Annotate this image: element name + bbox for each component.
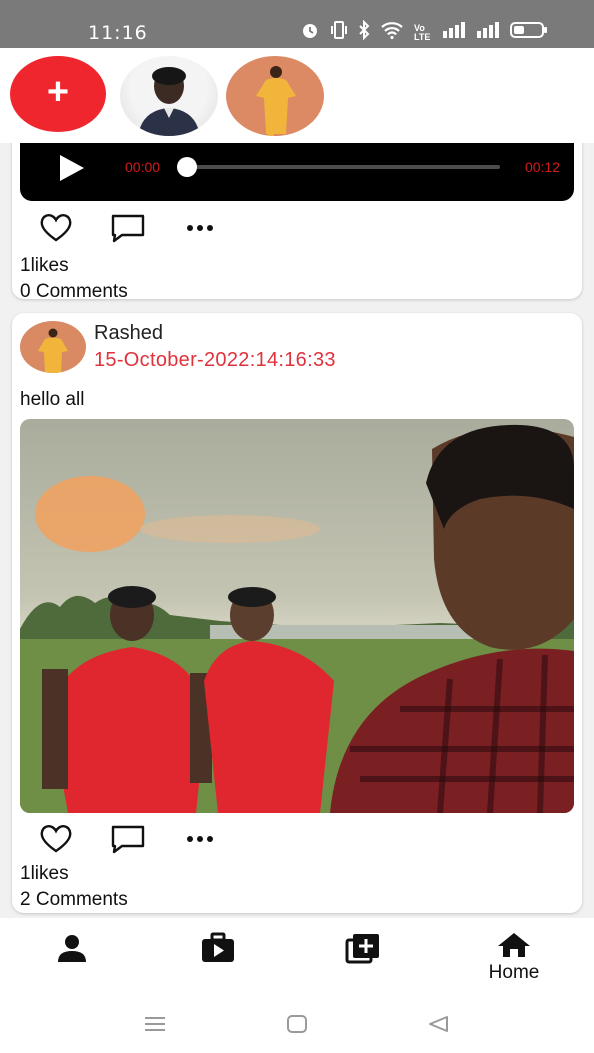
- audio-seek-bar[interactable]: [180, 165, 500, 169]
- nav-videos[interactable]: [178, 932, 258, 992]
- comment-icon[interactable]: [108, 208, 148, 248]
- person-icon: [58, 935, 86, 962]
- audio-current-time: 00:00: [125, 159, 161, 175]
- like-icon[interactable]: [36, 819, 76, 859]
- nav-add-post[interactable]: [323, 932, 403, 992]
- home-icon: [498, 933, 530, 957]
- play-icon[interactable]: [60, 155, 84, 181]
- nav-profile[interactable]: [32, 932, 112, 992]
- status-time: 11:16: [88, 22, 148, 44]
- signal-icon: [442, 21, 466, 44]
- more-options-icon[interactable]: [180, 208, 220, 248]
- post-card: 00:00 00:12 1likes 0 Comments: [12, 143, 582, 302]
- bottom-navigation: Home: [0, 918, 594, 1000]
- post-date: 15-October-2022:14:16:33: [94, 349, 336, 371]
- likes-count[interactable]: 1likes: [20, 863, 69, 885]
- video-icon: [202, 932, 234, 962]
- likes-count[interactable]: 1likes: [20, 255, 69, 277]
- recent-apps-icon[interactable]: [142, 1014, 168, 1034]
- stories-strip: +: [0, 48, 594, 143]
- wifi-icon: [380, 20, 404, 45]
- audio-duration: 00:12: [524, 159, 560, 175]
- post-actions: [12, 819, 582, 859]
- home-button-icon[interactable]: [284, 1014, 310, 1034]
- like-icon[interactable]: [36, 208, 76, 248]
- audio-seek-handle[interactable]: [177, 157, 197, 177]
- alarm-icon: [300, 20, 320, 45]
- battery-icon: [510, 21, 548, 44]
- signal-icon: [476, 21, 500, 44]
- more-options-icon[interactable]: [180, 819, 220, 859]
- add-story-button[interactable]: +: [10, 56, 106, 132]
- story-avatar-1[interactable]: [120, 56, 218, 136]
- post-feed[interactable]: 00:00 00:12 1likes 0 Comments Rashed 15-…: [0, 143, 594, 918]
- comments-count[interactable]: 0 Comments: [20, 281, 128, 303]
- post-caption: hello all: [20, 389, 85, 410]
- comment-icon[interactable]: [108, 819, 148, 859]
- nav-home-label: Home: [488, 962, 540, 983]
- system-navigation-bar: [0, 1000, 594, 1053]
- bluetooth-icon: [358, 19, 370, 45]
- status-bar: 11:16 Vo LTE: [0, 0, 594, 48]
- post-photo[interactable]: [20, 419, 574, 813]
- nav-home[interactable]: Home: [474, 932, 554, 992]
- author-name[interactable]: Rashed: [94, 322, 163, 345]
- audio-player: 00:00 00:12: [20, 143, 574, 201]
- post-card: Rashed 15-October-2022:14:16:33 hello al…: [12, 313, 582, 913]
- volte-icon: Vo LTE: [414, 22, 431, 42]
- add-media-icon: [345, 934, 379, 964]
- comments-count[interactable]: 2 Comments: [20, 889, 128, 911]
- status-icons: Vo LTE: [300, 19, 548, 45]
- story-avatar-2[interactable]: [226, 56, 324, 136]
- vibrate-icon: [330, 20, 348, 45]
- author-avatar[interactable]: [20, 321, 86, 373]
- post-actions: [12, 208, 582, 248]
- back-icon[interactable]: [426, 1014, 452, 1034]
